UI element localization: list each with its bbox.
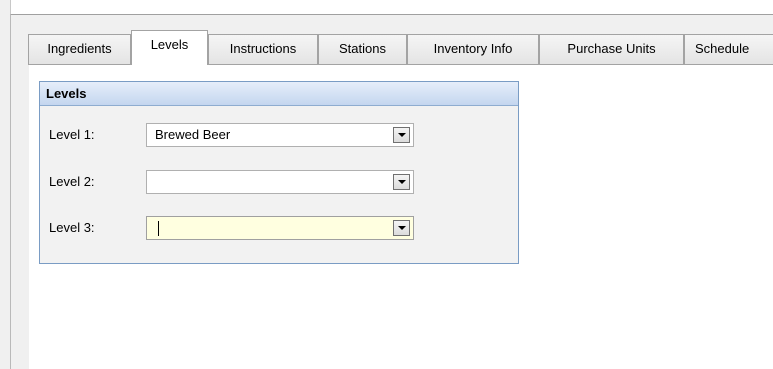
level-2-label: Level 2: bbox=[49, 174, 95, 189]
level-1-label: Level 1: bbox=[49, 127, 95, 142]
top-panel bbox=[10, 0, 773, 15]
level-2-combo[interactable] bbox=[146, 170, 414, 194]
level-3-label: Level 3: bbox=[49, 220, 95, 235]
chevron-down-icon bbox=[398, 133, 406, 137]
levels-group-title: Levels bbox=[40, 82, 518, 106]
window-left-border bbox=[0, 0, 11, 369]
level-1-dropdown-button[interactable] bbox=[393, 127, 410, 143]
text-caret bbox=[158, 221, 159, 236]
tab-ingredients[interactable]: Ingredients bbox=[28, 34, 131, 64]
level-2-dropdown-button[interactable] bbox=[393, 174, 410, 190]
level-1-value: Brewed Beer bbox=[155, 127, 231, 142]
tab-stations[interactable]: Stations bbox=[318, 34, 407, 64]
level-1-combo[interactable]: Brewed Beer bbox=[146, 123, 414, 147]
levels-group: Levels Level 1: Brewed Beer Level 2: Lev… bbox=[39, 81, 519, 264]
level-3-combo[interactable] bbox=[146, 216, 414, 240]
chevron-down-icon bbox=[398, 226, 406, 230]
level-3-dropdown-button[interactable] bbox=[393, 220, 410, 236]
tab-instructions[interactable]: Instructions bbox=[208, 34, 318, 64]
tab-levels[interactable]: Levels bbox=[131, 30, 208, 65]
tab-schedule[interactable]: Schedule bbox=[684, 34, 773, 64]
chevron-down-icon bbox=[398, 180, 406, 184]
tab-inventory-info[interactable]: Inventory Info bbox=[407, 34, 539, 64]
tab-purchase-units[interactable]: Purchase Units bbox=[539, 34, 684, 64]
